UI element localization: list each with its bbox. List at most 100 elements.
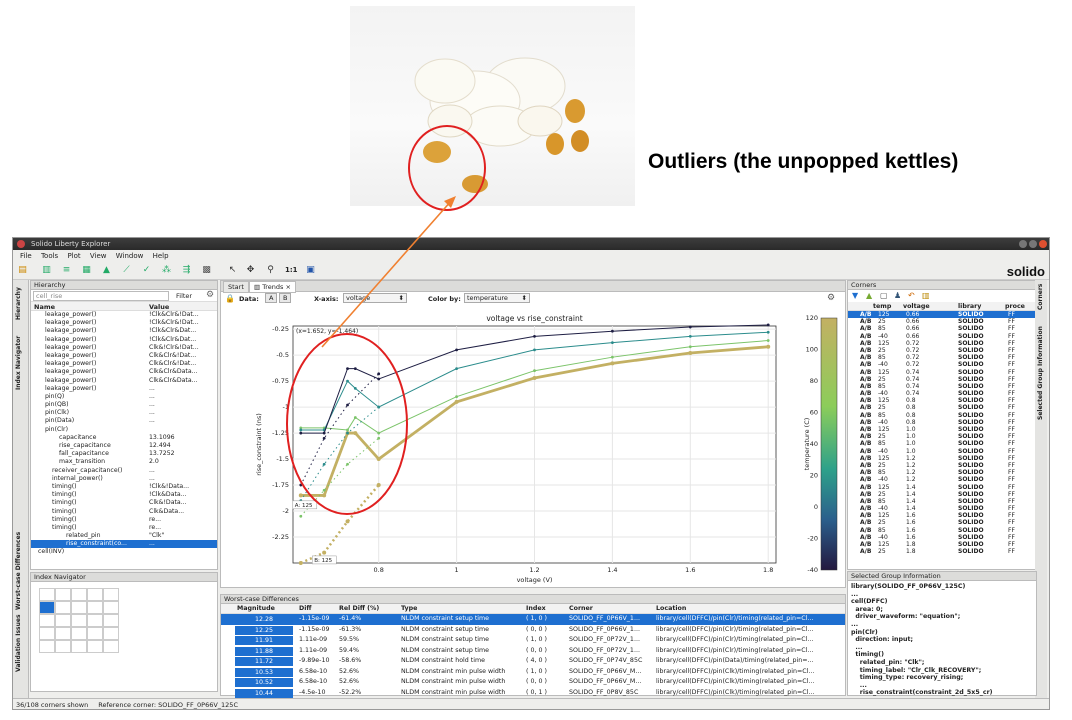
tree-row[interactable]: capacitance 13.1096	[31, 434, 217, 442]
maximize-icon[interactable]	[1029, 240, 1037, 248]
col-voltage[interactable]: voltage	[903, 303, 930, 310]
filter-icon[interactable]: ⇶	[181, 265, 192, 276]
corner-row[interactable]: A/B 125 1.6 SOLIDO FF	[848, 512, 1036, 519]
corner-row[interactable]: A/B -40 0.74 SOLIDO FF	[848, 390, 1036, 397]
copy-icon[interactable]: ▢	[880, 291, 888, 300]
wcd-row[interactable]: 10.53 6.58e-10 52.6% NLDM constraint min pu…	[221, 667, 845, 678]
corner-row[interactable]: A/B 25 0.72 SOLIDO FF	[848, 347, 1036, 354]
tree-row[interactable]: timing() !Clk&!Data...	[31, 483, 217, 491]
menu-file[interactable]: File	[20, 252, 32, 260]
index-cell[interactable]	[103, 627, 119, 640]
index-cell[interactable]	[103, 640, 119, 653]
trends-chart[interactable]: 0.8 1 1.2 1.4 1.6 1.8 -0.25 -0.5 -0.75 -1 -1.25 -1.…	[221, 308, 845, 588]
wcd-row[interactable]: 12.28 -1.15e-09 -61.4% NLDM constraint setu…	[221, 614, 845, 625]
tree-row[interactable]: leakage_power() Clk&!Clr&!Dat...	[31, 344, 217, 352]
tree-row[interactable]: fall_capacitance 13.7252	[31, 450, 217, 458]
index-cell[interactable]	[39, 601, 55, 614]
corner-row[interactable]: A/B 125 0.8 SOLIDO FF	[848, 397, 1036, 404]
grid-icon[interactable]: ▩	[201, 265, 212, 276]
index-cell[interactable]	[87, 588, 103, 601]
col-rel-diff[interactable]: Rel Diff (%)	[339, 605, 379, 612]
corner-row[interactable]: A/B -40 0.66 SOLIDO FF	[848, 333, 1036, 340]
menu-tools[interactable]: Tools	[41, 252, 58, 260]
index-cell[interactable]	[55, 614, 71, 627]
hierarchy-search-input[interactable]	[33, 291, 169, 301]
corner-row[interactable]: A/B 125 1.0 SOLIDO FF	[848, 426, 1036, 433]
index-cell[interactable]	[87, 640, 103, 653]
corner-row[interactable]: A/B -40 1.4 SOLIDO FF	[848, 505, 1036, 512]
corner-row[interactable]: A/B 125 1.2 SOLIDO FF	[848, 455, 1036, 462]
corner-row[interactable]: A/B 85 1.6 SOLIDO FF	[848, 527, 1036, 534]
index-cell[interactable]	[55, 601, 71, 614]
chart-small-icon[interactable]: ▥	[922, 291, 930, 300]
tree-row[interactable]: timing() re...	[31, 516, 217, 524]
filter-button[interactable]: Filter	[176, 292, 192, 300]
menu-window[interactable]: Window	[116, 252, 144, 260]
col-corner[interactable]: Corner	[569, 605, 593, 612]
tree-row[interactable]: max_transition 2.0	[31, 458, 217, 466]
tree-row[interactable]: rise_constraint(co......	[31, 540, 217, 549]
pan-icon[interactable]: ✥	[245, 265, 256, 276]
corner-row[interactable]: A/B -40 0.72 SOLIDO FF	[848, 361, 1036, 368]
group-icon[interactable]: ▲	[866, 291, 872, 300]
corner-row[interactable]: A/B 85 0.66 SOLIDO FF	[848, 325, 1036, 332]
tree-row[interactable]: leakage_power() !Clk&Clr&!Dat...	[31, 319, 217, 327]
chart-icon[interactable]: ▦	[81, 265, 92, 276]
tab-hierarchy[interactable]: Hierarchy	[15, 287, 22, 320]
col-location[interactable]: Location	[656, 605, 686, 612]
index-cell[interactable]	[71, 588, 87, 601]
col-library[interactable]: library	[958, 303, 981, 310]
data-b-button[interactable]: B	[279, 293, 292, 303]
tab-index-navigator[interactable]: Index Navigator	[15, 336, 22, 390]
tree-row[interactable]: leakage_power() Clk&Clr&Data...	[31, 377, 217, 385]
corner-row[interactable]: A/B -40 0.8 SOLIDO FF	[848, 419, 1036, 426]
col-process[interactable]: proce	[1005, 303, 1025, 310]
corner-row[interactable]: A/B 25 1.0 SOLIDO FF	[848, 433, 1036, 440]
scatter-icon[interactable]: ⁂	[161, 265, 172, 276]
tree-row[interactable]: leakage_power() Clk&Clr&!Dat...	[31, 360, 217, 368]
corner-row[interactable]: A/B 25 1.6 SOLIDO FF	[848, 519, 1036, 526]
tree-row[interactable]: pin(Clr)	[31, 426, 217, 434]
corner-row[interactable]: A/B 85 1.2 SOLIDO FF	[848, 469, 1036, 476]
menu-plot[interactable]: Plot	[67, 252, 80, 260]
index-cell[interactable]	[55, 640, 71, 653]
tree-row[interactable]: timing() !Clk&Data...	[31, 491, 217, 499]
lock-icon[interactable]: 🔒	[225, 294, 235, 303]
pointer-icon[interactable]: ↖	[227, 265, 238, 276]
corner-row[interactable]: A/B 125 1.8 SOLIDO FF	[848, 541, 1036, 548]
col-value[interactable]: Value	[149, 303, 169, 311]
tree-row[interactable]: pin(QB)...	[31, 401, 217, 409]
corner-row[interactable]: A/B 25 0.74 SOLIDO FF	[848, 376, 1036, 383]
corner-row[interactable]: A/B 85 0.8 SOLIDO FF	[848, 412, 1036, 419]
corner-row[interactable]: A/B 85 1.0 SOLIDO FF	[848, 440, 1036, 447]
corner-row[interactable]: A/B 25 0.8 SOLIDO FF	[848, 404, 1036, 411]
corner-row[interactable]: A/B 85 0.74 SOLIDO FF	[848, 383, 1036, 390]
zoom-reset-button[interactable]: 1:1	[285, 266, 298, 274]
tree-row[interactable]: timing() Clk&!Data...	[31, 499, 217, 507]
tree-row[interactable]: leakage_power() Clk&Clr&Data...	[31, 368, 217, 376]
index-cell[interactable]	[87, 614, 103, 627]
wcd-row[interactable]: 10.52 6.58e-10 52.6% NLDM constraint min pu…	[221, 677, 845, 688]
corner-row[interactable]: A/B -40 1.0 SOLIDO FF	[848, 448, 1036, 455]
corner-row[interactable]: A/B 125 0.66 SOLIDO FF	[848, 311, 1036, 319]
index-cell[interactable]	[87, 601, 103, 614]
index-cell[interactable]	[55, 627, 71, 640]
tab-validation-issues[interactable]: Validation Issues	[15, 614, 22, 672]
tree-row[interactable]: internal_power()...	[31, 475, 217, 483]
col-temp[interactable]: temp	[873, 303, 891, 310]
corner-row[interactable]: A/B 125 1.4 SOLIDO FF	[848, 484, 1036, 491]
open-icon[interactable]: ▤	[17, 265, 28, 276]
index-cell[interactable]	[71, 601, 87, 614]
wcd-row[interactable]: 11.72 -9.89e-10 -58.6% NLDM constraint hold…	[221, 656, 845, 667]
col-magnitude[interactable]: Magnitude	[237, 605, 275, 612]
corner-row[interactable]: A/B 85 0.72 SOLIDO FF	[848, 354, 1036, 361]
plot-icon[interactable]: ⟋	[121, 265, 132, 276]
filter-funnel-icon[interactable]: ▼	[852, 291, 858, 300]
plot-settings-icon[interactable]: ⚙	[827, 293, 835, 303]
index-cell[interactable]	[103, 601, 119, 614]
tree-row[interactable]: leakage_power() !Clk&Clr&!Dat...	[31, 311, 217, 319]
colorby-select[interactable]: temperature ⬍	[464, 293, 530, 303]
tree-row[interactable]: pin(Q)...	[31, 393, 217, 401]
corner-row[interactable]: A/B 125 0.74 SOLIDO FF	[848, 369, 1036, 376]
wcd-row[interactable]: 10.44 -4.5e-10 -52.2% NLDM constraint min p…	[221, 688, 845, 699]
